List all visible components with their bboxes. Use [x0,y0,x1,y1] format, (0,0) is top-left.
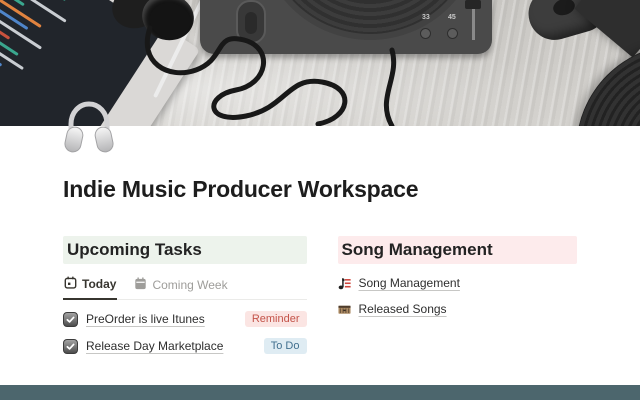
tab-coming-week[interactable]: Coming Week [133,273,228,299]
page-title[interactable]: Indie Music Producer Workspace [63,176,577,203]
song-management-section: Song Management Song Management [338,236,578,354]
tab-today[interactable]: Today [63,273,117,300]
drawer-icon [338,303,351,316]
task-row: Release Day Marketplace To Do [63,338,307,354]
checkbox-checked-icon[interactable] [63,312,78,327]
music-playlist-icon [338,277,351,290]
tab-today-label: Today [82,277,116,291]
status-badge: Reminder [245,311,307,327]
page-link-row: Released Songs [338,302,578,316]
song-management-heading: Song Management [338,236,578,264]
page-link-row: Song Management [338,276,578,290]
song-management-link[interactable]: Song Management [359,276,460,290]
task-link[interactable]: PreOrder is live Itunes [86,312,205,326]
upcoming-tasks-section: Upcoming Tasks Today [63,236,307,354]
calendar-icon [134,277,147,293]
headphones-icon[interactable] [63,96,115,154]
released-songs-link[interactable]: Released Songs [359,302,447,316]
calendar-icon [64,276,77,292]
task-link[interactable]: Release Day Marketplace [86,339,223,353]
tab-coming-week-label: Coming Week [152,278,227,292]
notion-page: 33 45 Indie M [0,0,640,400]
task-tabs: Today Coming Week [63,273,307,300]
two-column-layout: Upcoming Tasks Today [63,236,577,354]
checkbox-checked-icon[interactable] [63,339,78,354]
status-badge: To Do [264,338,307,354]
upcoming-tasks-heading: Upcoming Tasks [63,236,307,264]
bottom-bar [0,385,640,400]
task-row: PreOrder is live Itunes Reminder [63,311,307,327]
